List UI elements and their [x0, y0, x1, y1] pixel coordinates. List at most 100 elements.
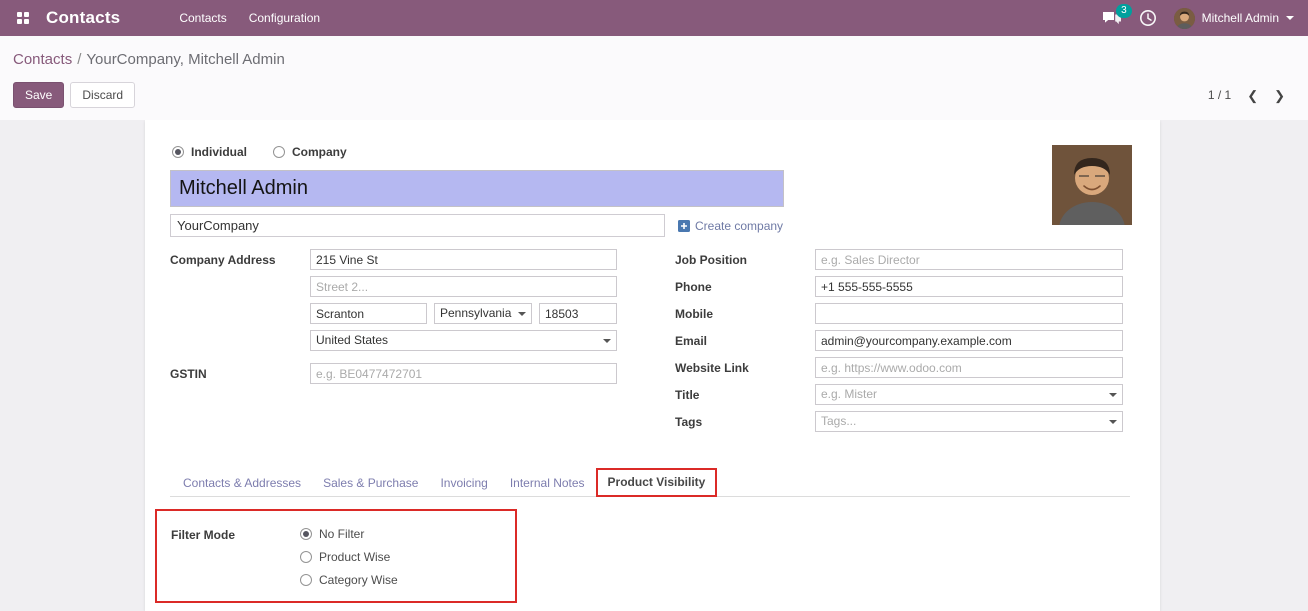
activities-button[interactable]: [1139, 9, 1157, 27]
tags-group: Tags Tags...: [675, 411, 1123, 432]
state-value: Pennsylvania (L: [440, 304, 514, 323]
tags-select[interactable]: Tags...: [815, 411, 1123, 432]
pager-count: 1 / 1: [1208, 88, 1231, 102]
radio-company[interactable]: Company: [273, 145, 347, 159]
mobile-input[interactable]: [815, 303, 1123, 324]
chevron-down-icon: [1109, 393, 1117, 401]
radio-individual-label: Individual: [191, 145, 247, 159]
country-value: United States: [316, 331, 599, 350]
title-select[interactable]: e.g. Mister: [815, 384, 1123, 405]
filter-mode-options: No Filter Product Wise Category Wise: [300, 527, 398, 587]
company-address-label: Company Address: [170, 249, 310, 357]
content-area: Individual Company Create company: [0, 120, 1308, 611]
product-wise-label: Product Wise: [319, 550, 390, 564]
website-link-label: Website Link: [675, 357, 815, 378]
app-menu: Contacts Configuration: [168, 0, 331, 36]
phone-label: Phone: [675, 276, 815, 297]
phone-input[interactable]: [815, 276, 1123, 297]
company-row: Create company: [170, 214, 1130, 237]
street-input[interactable]: [310, 249, 617, 270]
website-input[interactable]: [815, 357, 1123, 378]
radio-unselected-icon: [273, 146, 285, 158]
job-position-input[interactable]: [815, 249, 1123, 270]
pager-next-button[interactable]: ❯: [1274, 89, 1285, 102]
gstin-widget: [310, 363, 617, 384]
contact-form-sheet: Individual Company Create company: [145, 120, 1160, 611]
radio-selected-icon: [172, 146, 184, 158]
radio-unselected-icon: [300, 551, 312, 563]
filter-mode-label: Filter Mode: [171, 527, 300, 587]
top-navbar: Contacts Contacts Configuration 3: [0, 0, 1308, 36]
apps-menu-button[interactable]: [10, 5, 36, 31]
save-button[interactable]: Save: [13, 82, 64, 108]
messages-button[interactable]: 3: [1102, 11, 1122, 26]
tab-sales-purchase[interactable]: Sales & Purchase: [312, 470, 429, 496]
plus-square-icon: [678, 220, 690, 232]
messages-badge: 3: [1116, 4, 1132, 18]
apps-grid-icon: [17, 12, 29, 24]
city-state-zip-row: Pennsylvania (L: [310, 303, 617, 324]
create-company-button[interactable]: Create company: [678, 219, 783, 233]
address-widget: Pennsylvania (L United States: [310, 249, 617, 357]
tab-product-visibility[interactable]: Product Visibility: [596, 468, 718, 497]
form-columns: Company Address Pennsylvania (L: [170, 249, 1130, 438]
user-avatar: [1174, 8, 1195, 29]
city-input[interactable]: [310, 303, 427, 324]
zip-input[interactable]: [539, 303, 617, 324]
title-group: Title e.g. Mister: [675, 384, 1123, 405]
email-group: Email: [675, 330, 1123, 351]
tab-contacts-addresses[interactable]: Contacts & Addresses: [172, 470, 312, 496]
tags-label: Tags: [675, 411, 815, 432]
discard-button[interactable]: Discard: [70, 82, 135, 108]
no-filter-label: No Filter: [319, 527, 364, 541]
user-menu[interactable]: Mitchell Admin: [1174, 8, 1294, 29]
breadcrumb-link-contacts[interactable]: Contacts: [13, 51, 72, 68]
control-panel: Contacts / YourCompany, Mitchell Admin Sav…: [0, 36, 1308, 120]
radio-company-label: Company: [292, 145, 347, 159]
chevron-down-icon: [1109, 420, 1117, 428]
breadcrumb: Contacts / YourCompany, Mitchell Admin: [13, 51, 1295, 69]
breadcrumb-separator: /: [77, 51, 81, 68]
pager-previous-button[interactable]: ❮: [1247, 89, 1258, 102]
product-visibility-pane: Filter Mode No Filter Product Wise Ca: [170, 497, 1130, 603]
title-label: Title: [675, 384, 815, 405]
job-position-label: Job Position: [675, 249, 815, 270]
title-placeholder: e.g. Mister: [821, 385, 1105, 404]
contact-photo[interactable]: [1052, 145, 1132, 225]
company-input[interactable]: [170, 214, 665, 237]
category-wise-label: Category Wise: [319, 573, 398, 587]
radio-selected-icon: [300, 528, 312, 540]
email-input[interactable]: [815, 330, 1123, 351]
gstin-group: GSTIN: [170, 363, 642, 384]
contact-type-selector: Individual Company: [172, 145, 1130, 159]
radio-individual[interactable]: Individual: [172, 145, 247, 159]
breadcrumb-current: YourCompany, Mitchell Admin: [86, 51, 284, 68]
gstin-input[interactable]: [310, 363, 617, 384]
job-position-group: Job Position: [675, 249, 1123, 270]
phone-group: Phone: [675, 276, 1123, 297]
website-group: Website Link: [675, 357, 1123, 378]
menu-configuration[interactable]: Configuration: [238, 0, 331, 36]
app-title: Contacts: [46, 8, 120, 28]
pager: 1 / 1 ❮ ❯: [1208, 88, 1295, 102]
country-select[interactable]: United States: [310, 330, 617, 351]
street2-input[interactable]: [310, 276, 617, 297]
menu-contacts[interactable]: Contacts: [168, 0, 237, 36]
clock-icon: [1139, 9, 1157, 27]
radio-product-wise[interactable]: Product Wise: [300, 550, 398, 564]
details-column: Job Position Phone Mobile Email Website …: [675, 249, 1123, 438]
chevron-down-icon: [518, 312, 526, 320]
chevron-down-icon: [1286, 16, 1294, 24]
tab-invoicing[interactable]: Invoicing: [429, 470, 498, 496]
radio-unselected-icon: [300, 574, 312, 586]
systray: 3 Mitchell Admin: [1102, 8, 1298, 29]
radio-category-wise[interactable]: Category Wise: [300, 573, 398, 587]
filter-mode-group-annotated: Filter Mode No Filter Product Wise Ca: [155, 509, 517, 603]
mobile-label: Mobile: [675, 303, 815, 324]
state-select[interactable]: Pennsylvania (L: [434, 303, 532, 324]
user-name: Mitchell Admin: [1202, 11, 1279, 25]
tab-internal-notes[interactable]: Internal Notes: [499, 470, 596, 496]
name-input[interactable]: [170, 170, 784, 207]
control-panel-actions: Save Discard 1 / 1 ❮ ❯: [13, 82, 1295, 108]
radio-no-filter[interactable]: No Filter: [300, 527, 398, 541]
